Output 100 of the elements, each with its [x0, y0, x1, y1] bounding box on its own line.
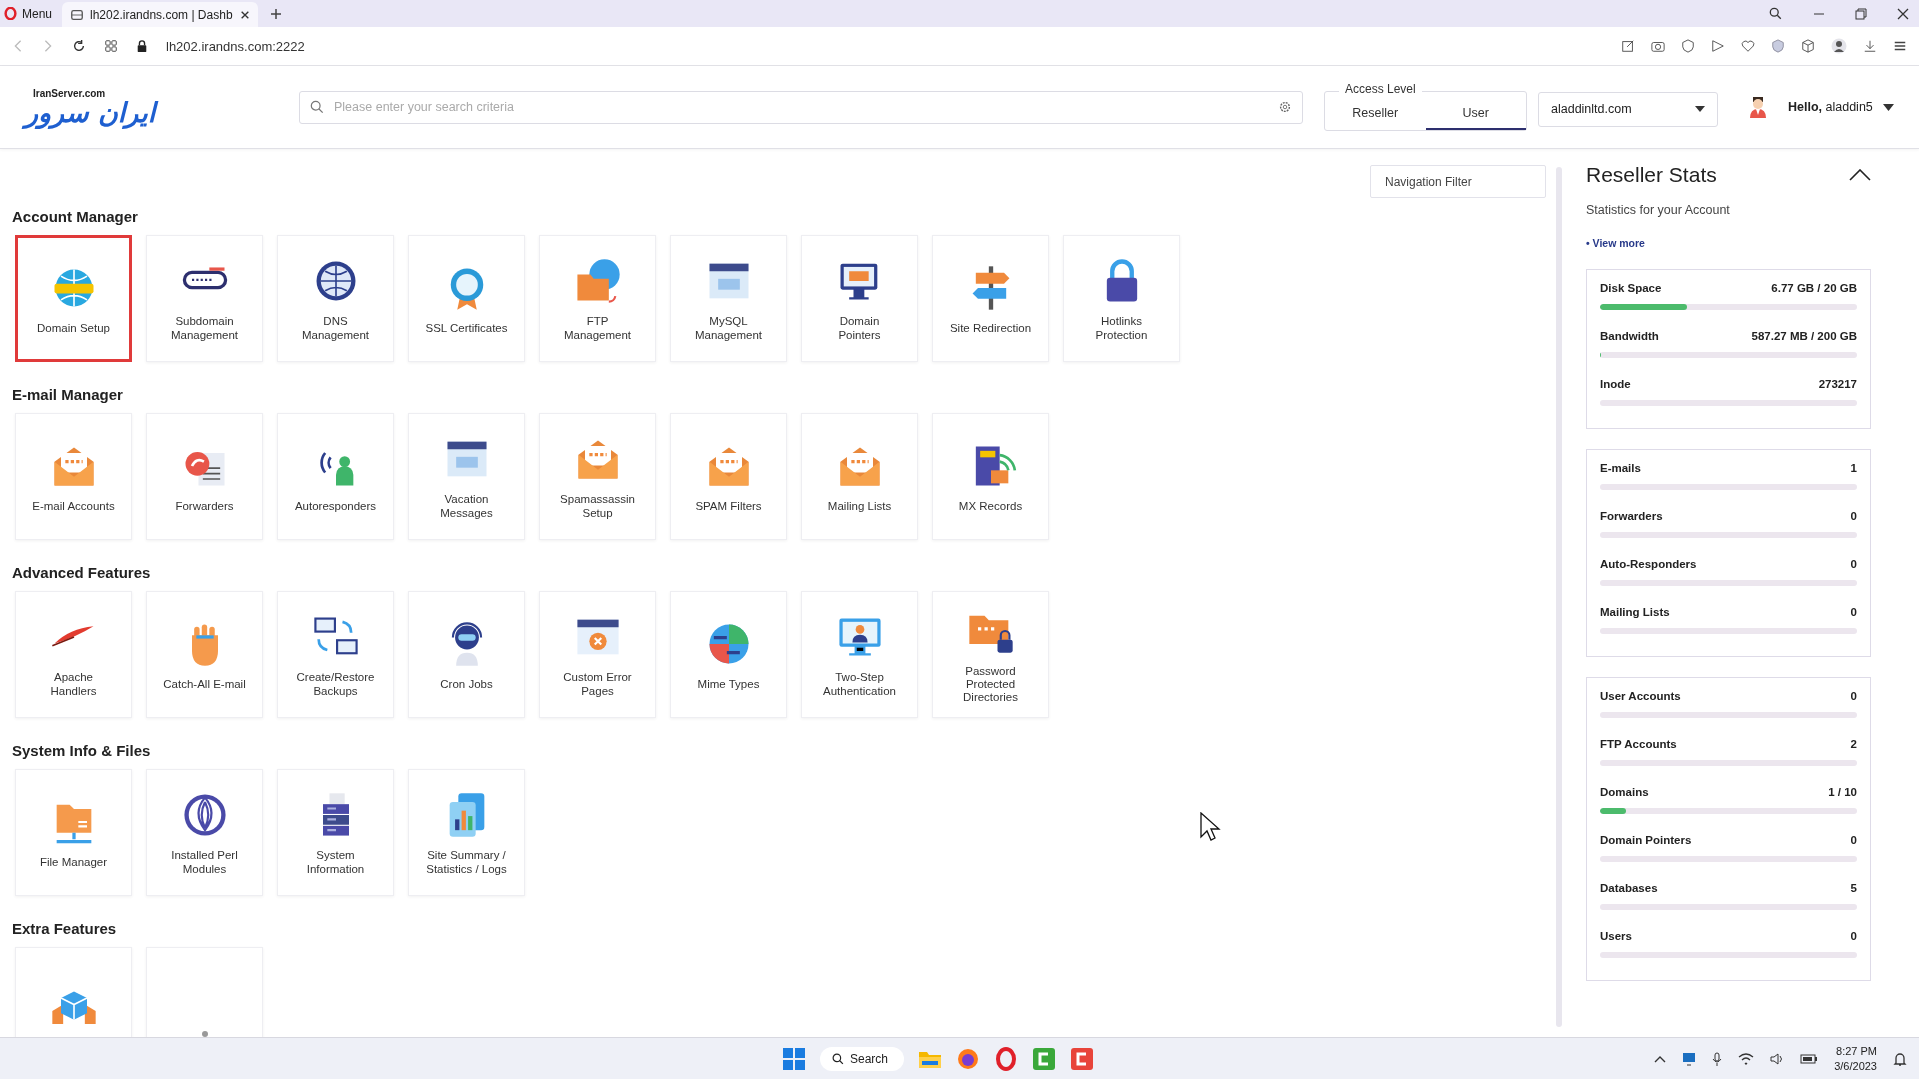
- collapse-button[interactable]: [1849, 169, 1871, 181]
- feature-tile[interactable]: DNS Management: [277, 235, 394, 362]
- feature-tile[interactable]: Apache Handlers: [15, 591, 132, 718]
- speaker-icon: [1770, 1052, 1785, 1065]
- stat-value: 0: [1850, 510, 1857, 522]
- minimize-icon: [1813, 12, 1825, 15]
- feature-tile[interactable]: File Manager: [15, 769, 132, 896]
- stat-value: 273217: [1818, 378, 1857, 390]
- feature-tile[interactable]: Vacation Messages: [408, 413, 525, 540]
- stat-label: Bandwidth: [1600, 330, 1659, 342]
- dot-icon: [201, 1030, 208, 1037]
- stat-value: 0: [1850, 606, 1857, 618]
- cursor-icon: [1200, 812, 1222, 842]
- stat-label: Forwarders: [1600, 510, 1663, 522]
- menu-button[interactable]: Menu: [0, 0, 63, 27]
- search-icon: [310, 100, 324, 114]
- feature-tile[interactable]: Site Redirection: [932, 235, 1049, 362]
- access-level-label: Access Level: [1339, 82, 1422, 96]
- stat-label: Domains: [1600, 786, 1649, 798]
- stat-value: 1 / 10: [1828, 786, 1857, 798]
- feature-tile[interactable]: Domain Setup: [15, 235, 132, 362]
- feature-tile[interactable]: Autoresponders: [277, 413, 394, 540]
- section-title: Advanced Features: [12, 564, 152, 581]
- stat-value: 587.27 MB / 200 GB: [1751, 330, 1857, 342]
- lock-icon: [136, 39, 148, 53]
- search-icon: [1769, 6, 1783, 21]
- stat-value: 0: [1850, 930, 1857, 942]
- avatar-icon: [1748, 96, 1768, 118]
- feature-tile[interactable]: Cron Jobs: [408, 591, 525, 718]
- feature-tile[interactable]: [146, 947, 263, 1037]
- chevron-up-icon: [1654, 1054, 1667, 1063]
- scrollbar[interactable]: [1556, 167, 1562, 1027]
- address-field[interactable]: lh202.irandns.com:2222: [166, 38, 305, 54]
- navigation-filter-field[interactable]: Navigation Filter: [1370, 165, 1546, 198]
- feature-tile[interactable]: Custom Error Pages: [539, 591, 656, 718]
- feature-tile[interactable]: Mime Types: [670, 591, 787, 718]
- feature-tile[interactable]: Two-Step Authentication: [801, 591, 918, 718]
- shield-icon: [1681, 39, 1695, 53]
- app-icon: [1070, 1046, 1095, 1071]
- feature-tile[interactable]: Catch-All E-mail: [146, 591, 263, 718]
- feature-tile[interactable]: SSL Certificates: [408, 235, 525, 362]
- user-menu[interactable]: Hello, aladdin5: [1782, 99, 1900, 115]
- feature-tile[interactable]: Mailing Lists: [801, 413, 918, 540]
- notification-icon: [1893, 1051, 1907, 1066]
- feature-tile[interactable]: Password Protected Directories: [932, 591, 1049, 718]
- search-field[interactable]: Please enter your search criteria: [299, 90, 1303, 124]
- feature-tile[interactable]: Spamassassin Setup: [539, 413, 656, 540]
- grid-icon: [104, 39, 118, 53]
- edit-icon: [1621, 39, 1635, 53]
- send-icon: [1711, 39, 1725, 53]
- stat-label: Mailing Lists: [1600, 606, 1670, 618]
- forward-icon: [42, 39, 54, 53]
- stat-value: 6.77 GB / 20 GB: [1771, 282, 1857, 294]
- app-icon: [1032, 1046, 1057, 1071]
- access-level-tab[interactable]: User: [1425, 92, 1526, 130]
- microphone-icon: [1712, 1051, 1723, 1066]
- download-icon: [1863, 39, 1877, 53]
- plus-icon: [270, 7, 283, 20]
- feature-tile[interactable]: E-mail Accounts: [15, 413, 132, 540]
- browser-tab[interactable]: lh202.irandns.com | Dashb: [62, 2, 259, 27]
- profile-icon: [1831, 38, 1847, 54]
- stat-value: 1: [1850, 462, 1857, 474]
- heart-icon: [1741, 39, 1755, 53]
- domain-select[interactable]: aladdinltd.com: [1538, 91, 1718, 127]
- feature-tile[interactable]: Forwarders: [146, 413, 263, 540]
- stat-label: Users: [1600, 930, 1632, 942]
- feature-tile[interactable]: MySQL Management: [670, 235, 787, 362]
- feature-tile[interactable]: FTP Management: [539, 235, 656, 362]
- feature-tile[interactable]: SPAM Filters: [670, 413, 787, 540]
- stat-value: 2: [1850, 738, 1857, 750]
- tab-title: lh202.irandns.com | Dashb: [90, 7, 234, 22]
- stat-label: Disk Space: [1600, 282, 1662, 294]
- logo-caption: IranServer.com: [32, 88, 107, 99]
- stat-label: Inode: [1600, 378, 1631, 390]
- camera-icon: [1651, 39, 1665, 53]
- feature-tile[interactable]: Hotlinks Protection: [1063, 235, 1180, 362]
- stat-label: Auto-Responders: [1600, 558, 1697, 570]
- reload-icon: [72, 39, 86, 53]
- feature-tile[interactable]: Create/Restore Backups: [277, 591, 394, 718]
- panel-subtitle: Statistics for your Account: [1586, 203, 1731, 217]
- feature-tile[interactable]: Site Summary / Statistics / Logs: [408, 769, 525, 896]
- stat-label: FTP Accounts: [1600, 738, 1677, 750]
- feature-tile[interactable]: Domain Pointers: [801, 235, 918, 362]
- feature-tile[interactable]: MX Records: [932, 413, 1049, 540]
- monitor-icon: [1682, 1051, 1697, 1066]
- stat-value: 5: [1850, 882, 1857, 894]
- panel-title: Reseller Stats: [1586, 163, 1717, 187]
- taskbar-search[interactable]: Search: [820, 1046, 905, 1071]
- close-icon: [1897, 7, 1909, 20]
- section-title: Account Manager: [12, 208, 139, 225]
- shield-icon: [1771, 39, 1785, 53]
- stat-value: 0: [1850, 690, 1857, 702]
- feature-tile[interactable]: System Information: [277, 769, 394, 896]
- feature-tile[interactable]: [15, 947, 132, 1037]
- cube-icon: [1801, 39, 1815, 53]
- section-title: E-mail Manager: [12, 386, 124, 403]
- feature-tile[interactable]: Installed Perl Modules: [146, 769, 263, 896]
- feature-tile[interactable]: Subdomain Management: [146, 235, 263, 362]
- stat-value: 0: [1850, 558, 1857, 570]
- view-more-link[interactable]: • View more: [1586, 237, 1645, 249]
